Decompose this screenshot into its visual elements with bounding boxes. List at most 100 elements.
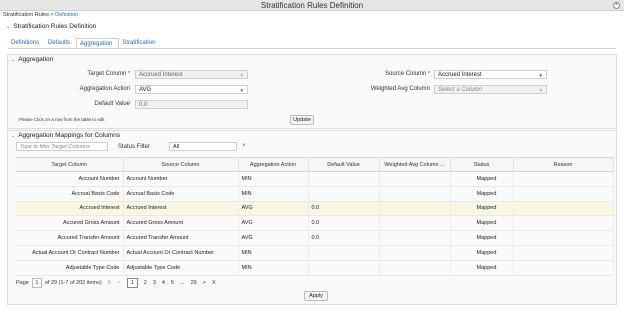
cell-weighted [379,186,451,202]
breadcrumb-root[interactable]: Stratification Rules [3,12,49,18]
chevron-down-icon[interactable]: ▼ [539,73,543,78]
cell-source: Accured Gross Amount [123,215,239,232]
page-link-29[interactable]: 29 [191,280,197,286]
page-link-4[interactable]: 4 [162,280,165,286]
cell-target: Adjustable Type Code [16,260,124,276]
first-page-icon[interactable]: K [108,280,112,286]
column-header-reason[interactable]: Reason [513,157,614,172]
clear-filter-icon[interactable]: × [242,143,246,149]
cell-status: Mapped [450,215,514,232]
table-row[interactable]: Actual Account Or Contract Number Actual… [16,245,614,261]
status-filter-label: Status Filter [118,144,151,150]
cell-default: 0.0 [308,230,380,246]
page-link-1[interactable]: 1 [126,277,138,288]
cell-source: Accured Transfer Amount [123,230,239,246]
chevron-down-icon[interactable]: ▼ [240,88,244,93]
cell-weighted [379,215,451,232]
cell-default [308,245,380,261]
source-column-select[interactable]: Accrued Interest ▼ [434,70,547,79]
column-header-status[interactable]: Status [450,157,514,172]
cell-reason [513,215,614,232]
cell-weighted [379,260,451,276]
default-value-input: 0.0 [135,100,248,109]
page-title[interactable]: ⌄ Stratification Rules Definition [6,23,96,30]
update-button[interactable]: Update [290,115,314,125]
mappings-section-header[interactable]: ⌄ Aggregation Mappings for Columns [11,132,120,139]
cell-target: Accured Transfer Amount [16,230,124,246]
cell-status: Mapped [450,201,514,217]
default-value-label: Default Value [94,101,130,107]
cell-action: AVG [238,230,309,246]
close-icon[interactable]: × [613,2,620,9]
mappings-section-title: Aggregation Mappings for Columns [18,132,121,139]
target-column-label: Target Column * [87,71,130,77]
page-count: of 29 [44,279,58,286]
mappings-table: Target Column Source Column Aggregation … [16,157,614,276]
cell-action: MIN [238,186,309,202]
pager: Page 1 of 29 (1-7 of 202 items) K < 1 2 … [16,276,219,289]
cell-status: Mapped [450,230,514,246]
aggregation-action-label: Aggregation Action [79,86,130,92]
column-header-weighted[interactable]: Weighted Avg Column ... [379,157,451,172]
chevron-down-icon[interactable]: ⌄ [11,133,15,139]
cell-source: Accrual Basis Code [123,186,239,202]
cell-target: Accured Gross Amount [16,215,124,232]
page-number-input[interactable]: 1 [31,277,42,288]
table-row[interactable]: Adjustable Type Code Adjustable Type Cod… [16,260,614,276]
window-titlebar: Stratification Rules Definition × [0,0,624,11]
last-page-icon[interactable]: X [212,280,216,286]
page-link-2[interactable]: 2 [144,280,147,286]
breadcrumb: Stratification Rules > Definition [3,12,78,18]
edit-note: Please Click on a row from the table to … [19,117,105,122]
column-header-target[interactable]: Target Column [16,157,124,172]
cell-source: Accrued Interest [123,201,239,217]
cell-action: MIN [238,245,309,261]
cell-source: Actual Account Or Contract Number [123,245,239,261]
cell-status: Mapped [450,171,514,187]
cell-reason [513,171,614,187]
page-link-3[interactable]: 3 [153,280,156,286]
target-filter-input[interactable]: Type to filter Target Columns [16,142,108,151]
cell-weighted [379,201,451,217]
column-header-action[interactable]: Aggregation Action [238,157,309,172]
cell-reason [513,186,614,202]
cell-weighted [379,171,451,187]
aggregation-section-title: Aggregation [18,56,54,63]
table-row[interactable]: Accrual Basis Code Accrual Basis Code MI… [16,186,614,202]
page-link-5[interactable]: 5 [171,280,174,286]
cell-status: Mapped [450,260,514,276]
breadcrumb-current[interactable]: Definition [55,12,78,18]
page-label: Page [16,279,29,286]
table-row-selected[interactable]: Accrued Interest Accrued Interest AVG 0.… [16,201,614,217]
cell-action: AVG [238,201,309,217]
column-header-default[interactable]: Default Value [308,157,380,172]
next-page-icon[interactable]: > [203,280,206,286]
table-row[interactable]: Accured Gross Amount Accured Gross Amoun… [16,215,614,232]
prev-page-icon[interactable]: < [117,280,120,286]
aggregation-section-header[interactable]: ⌄ Aggregation [11,56,53,63]
cell-weighted [379,230,451,246]
chevron-down-icon: ▼ [538,88,543,93]
cell-action: AVG [238,215,309,232]
cell-reason [513,201,614,217]
weighted-avg-label: Weighted Avg Column [370,86,430,92]
item-range: (1-7 of 202 items) [58,279,102,286]
page-ellipsis: ... [180,279,185,286]
cell-target: Actual Account Or Contract Number [16,245,124,261]
cell-default [308,260,380,276]
cell-reason [513,245,614,261]
target-column-select: Accrued Interest ▼ [135,70,248,79]
table-row[interactable]: Account Number Account Number MIN Mapped [16,171,614,187]
apply-button[interactable]: Apply [304,291,328,301]
weighted-avg-select: Select a Column ▼ [434,85,547,94]
cell-target: Accrued Interest [16,201,124,217]
chevron-down-icon[interactable]: ⌄ [6,24,10,30]
cell-target: Account Number [16,171,124,187]
aggregation-action-select[interactable]: AVG ▼ [135,85,248,94]
status-filter-select[interactable]: All [169,142,237,151]
table-row[interactable]: Accured Transfer Amount Accured Transfer… [16,230,614,246]
chevron-down-icon: ▼ [239,73,244,78]
column-header-source[interactable]: Source Column [123,157,239,172]
cell-source: Account Number [123,171,239,187]
chevron-down-icon[interactable]: ⌄ [11,57,15,63]
